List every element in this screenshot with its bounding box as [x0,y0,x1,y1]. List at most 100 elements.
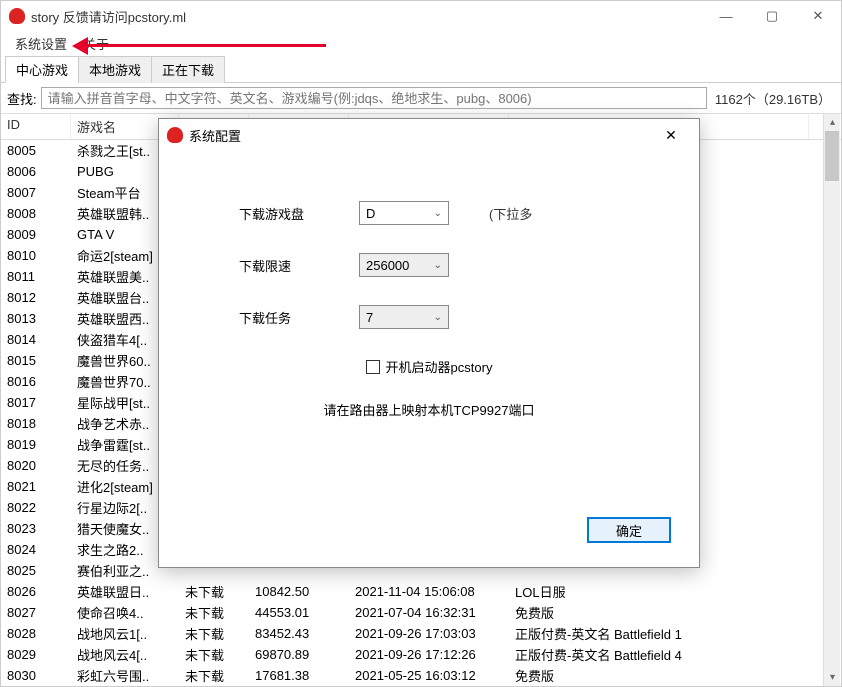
cell-name: 战地风云1[.. [71,622,179,645]
cell-id: 8007 [1,183,71,202]
cell-note: 免费版 [509,685,809,686]
menu-settings[interactable]: 系统设置 [7,32,75,55]
vertical-scrollbar[interactable]: ▴ ▾ [823,114,840,686]
cell-id: 8012 [1,288,71,307]
cell-time: 2021-11-04 15:06:08 [349,582,509,601]
menubar: 系统设置 关于 [1,31,841,55]
cell-stat: 未下载 [179,580,249,603]
cell-name: 英雄联盟日.. [71,580,179,603]
cell-id: 8018 [1,414,71,433]
cell-id: 8025 [1,561,71,580]
tab-downloading[interactable]: 正在下载 [151,56,225,83]
cell-time: 2021-09-26 17:03:03 [349,624,509,643]
search-row: 查找: 1162个（29.16TB） [1,83,841,113]
app-icon [9,8,25,24]
tasks-value: 7 [366,310,373,325]
col-id[interactable]: ID [1,114,71,139]
cell-id: 8016 [1,372,71,391]
minimize-button[interactable]: — [703,1,749,31]
dialog-title: 系统配置 [189,126,651,145]
cell-id: 8015 [1,351,71,370]
scroll-down-icon[interactable]: ▾ [824,669,841,686]
cell-id: 8008 [1,204,71,223]
disk-label: 下载游戏盘 [219,204,359,223]
window-title: story 反馈请访问pcstory.ml [31,7,703,26]
cell-name: 看门狗[免.. [71,685,179,686]
speed-value: 256000 [366,258,409,273]
disk-hint: (下拉多 [489,204,532,223]
tab-bar: 中心游戏 本地游戏 正在下载 [1,55,841,83]
cell-id: 8006 [1,162,71,181]
cell-note: 正版付费-英文名 Battlefield 4 [509,643,809,666]
cell-size: 17681.38 [249,666,349,685]
scroll-up-icon[interactable]: ▴ [824,114,841,131]
cell-id: 8017 [1,393,71,412]
row-speed-limit: 下载限速 256000 ⌄ [219,253,639,277]
autostart-checkbox[interactable] [366,360,380,374]
cell-time: 2021-07-04 16:32:31 [349,603,509,622]
cell-id: 8029 [1,645,71,664]
table-row[interactable]: 8029战地风云4[..未下载69870.892021-09-26 17:12:… [1,644,841,665]
cell-size [249,569,349,573]
tab-center-games[interactable]: 中心游戏 [5,56,79,83]
speed-label: 下载限速 [219,256,359,275]
tab-local-games[interactable]: 本地游戏 [78,56,152,83]
cell-stat: 未下载 [179,664,249,686]
titlebar: story 反馈请访问pcstory.ml — ▢ ✕ [1,1,841,31]
cell-size: 69870.89 [249,645,349,664]
cell-size: 44553.01 [249,603,349,622]
autostart-label: 开机启动器pcstory [386,357,493,376]
router-hint: 请在路由器上映射本机TCP9927端口 [219,400,639,419]
cell-stat: 未下载 [179,601,249,624]
cell-id: 8021 [1,477,71,496]
speed-select[interactable]: 256000 ⌄ [359,253,449,277]
tasks-select[interactable]: 7 ⌄ [359,305,449,329]
search-input[interactable] [41,87,707,109]
close-button[interactable]: ✕ [795,1,841,31]
row-tasks: 下载任务 7 ⌄ [219,305,639,329]
cell-id: 8030 [1,666,71,685]
menu-about[interactable]: 关于 [75,32,117,55]
cell-id: 8020 [1,456,71,475]
table-row[interactable]: 8027使命召唤4..未下载44553.012021-07-04 16:32:3… [1,602,841,623]
chevron-down-icon: ⌄ [434,208,442,219]
cell-stat: 未下载 [179,685,249,686]
dialog-body: 下载游戏盘 D ⌄ (下拉多 下载限速 256000 ⌄ 下载任务 7 ⌄ 开机… [159,151,699,567]
dialog-icon [167,127,183,143]
autostart-row[interactable]: 开机启动器pcstory [219,357,639,376]
dialog-close-button[interactable]: ✕ [651,119,691,151]
result-count: 1162个（29.16TB） [711,89,835,108]
row-download-disk: 下载游戏盘 D ⌄ (下拉多 [219,201,639,225]
cell-size: 83452.43 [249,624,349,643]
disk-value: D [366,206,375,221]
cell-id: 8005 [1,141,71,160]
cell-id: 8027 [1,603,71,622]
cell-note: 免费版 [509,601,809,624]
cell-name: 使命召唤4.. [71,601,179,624]
scroll-thumb[interactable] [825,131,839,181]
tasks-label: 下载任务 [219,308,359,327]
cell-name: 彩虹六号围.. [71,664,179,686]
cell-id: 8011 [1,267,71,286]
chevron-down-icon: ⌄ [434,260,442,271]
cell-id: 8022 [1,498,71,517]
cell-id: 8019 [1,435,71,454]
cell-id: 8024 [1,540,71,559]
cell-note [509,569,809,573]
cell-id: 8014 [1,330,71,349]
cell-id: 8009 [1,225,71,244]
disk-select[interactable]: D ⌄ [359,201,449,225]
cell-stat [179,569,249,573]
chevron-down-icon: ⌄ [434,312,442,323]
table-row[interactable]: 8026英雄联盟日..未下载10842.502021-11-04 15:06:0… [1,581,841,602]
cell-note: 正版付费-英文名 Battlefield 1 [509,622,809,645]
cell-id: 8023 [1,519,71,538]
table-row[interactable]: 8028战地风云1[..未下载83452.432021-09-26 17:03:… [1,623,841,644]
ok-button[interactable]: 确定 [587,517,671,543]
maximize-button[interactable]: ▢ [749,1,795,31]
cell-time: 2021-09-26 17:12:26 [349,645,509,664]
cell-name: 战地风云4[.. [71,643,179,666]
table-row[interactable]: 8030彩虹六号围..未下载17681.382021-05-25 16:03:1… [1,665,841,686]
cell-size: 10842.50 [249,582,349,601]
cell-id: 8026 [1,582,71,601]
